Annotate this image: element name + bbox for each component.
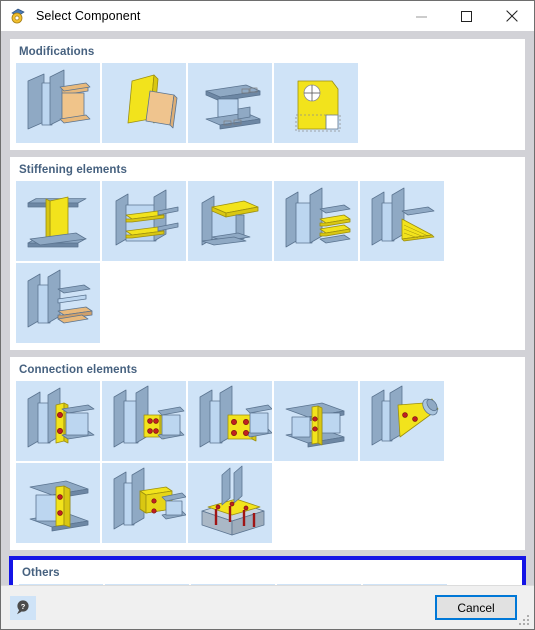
resize-grip-icon[interactable] bbox=[519, 614, 531, 626]
thumbnail-grid bbox=[16, 381, 519, 543]
panel-title: Modifications bbox=[19, 46, 95, 58]
panel-connection-elements: Connection elements bbox=[10, 357, 525, 550]
thumb-t-stub-connection[interactable] bbox=[16, 463, 100, 543]
thumb-splice-plate-double-beam[interactable] bbox=[274, 381, 358, 461]
thumb-fin-plate-bolted[interactable] bbox=[102, 381, 186, 461]
thumbnail-grid bbox=[16, 63, 519, 143]
thumb-tube-gusset-connection[interactable] bbox=[360, 381, 444, 461]
close-button[interactable] bbox=[489, 1, 534, 31]
thumb-top-flange-stiffener[interactable] bbox=[188, 181, 272, 261]
thumb-column-base-plate[interactable] bbox=[188, 463, 272, 543]
thumb-end-plate-bolted[interactable] bbox=[16, 381, 100, 461]
thumb-gusset-plate-four-bolt[interactable] bbox=[188, 381, 272, 461]
thumb-bracket-haunch[interactable] bbox=[16, 263, 100, 343]
thumb-plate-corner-hole[interactable] bbox=[274, 63, 358, 143]
dialog-footer: ? Cancel bbox=[1, 585, 534, 629]
panel-modifications: Modifications bbox=[10, 39, 525, 150]
thumb-horizontal-stiffeners[interactable] bbox=[102, 181, 186, 261]
minimize-button[interactable] bbox=[399, 1, 444, 31]
panel-title: Others bbox=[22, 567, 60, 579]
thumb-web-stiffener-vertical[interactable] bbox=[16, 181, 100, 261]
thumb-triangular-haunch[interactable] bbox=[360, 181, 444, 261]
help-magnifier-icon[interactable]: ? bbox=[10, 595, 36, 620]
svg-text:?: ? bbox=[20, 602, 25, 611]
component-gallery: Modifications Stiffening elements Connecti… bbox=[1, 31, 534, 585]
component-icon bbox=[9, 7, 27, 25]
cancel-button[interactable]: Cancel bbox=[435, 595, 517, 620]
panel-title: Stiffening elements bbox=[19, 164, 127, 176]
thumb-beam-notch-cope[interactable] bbox=[188, 63, 272, 143]
panel-title: Connection elements bbox=[19, 364, 138, 376]
window-title: Select Component bbox=[36, 9, 141, 23]
thumb-angle-cleat-connection[interactable] bbox=[102, 463, 186, 543]
thumb-beam-end-plate-cut[interactable] bbox=[16, 63, 100, 143]
panel-others: Others bbox=[9, 556, 526, 585]
thumb-plate-skew-cut[interactable] bbox=[102, 63, 186, 143]
panel-stiffening-elements: Stiffening elements bbox=[10, 157, 525, 350]
title-bar: Select Component bbox=[1, 1, 534, 31]
thumbnail-grid bbox=[16, 181, 519, 343]
window-controls bbox=[399, 1, 534, 31]
thumb-stacked-stiffener-plates[interactable] bbox=[274, 181, 358, 261]
maximize-button[interactable] bbox=[444, 1, 489, 31]
